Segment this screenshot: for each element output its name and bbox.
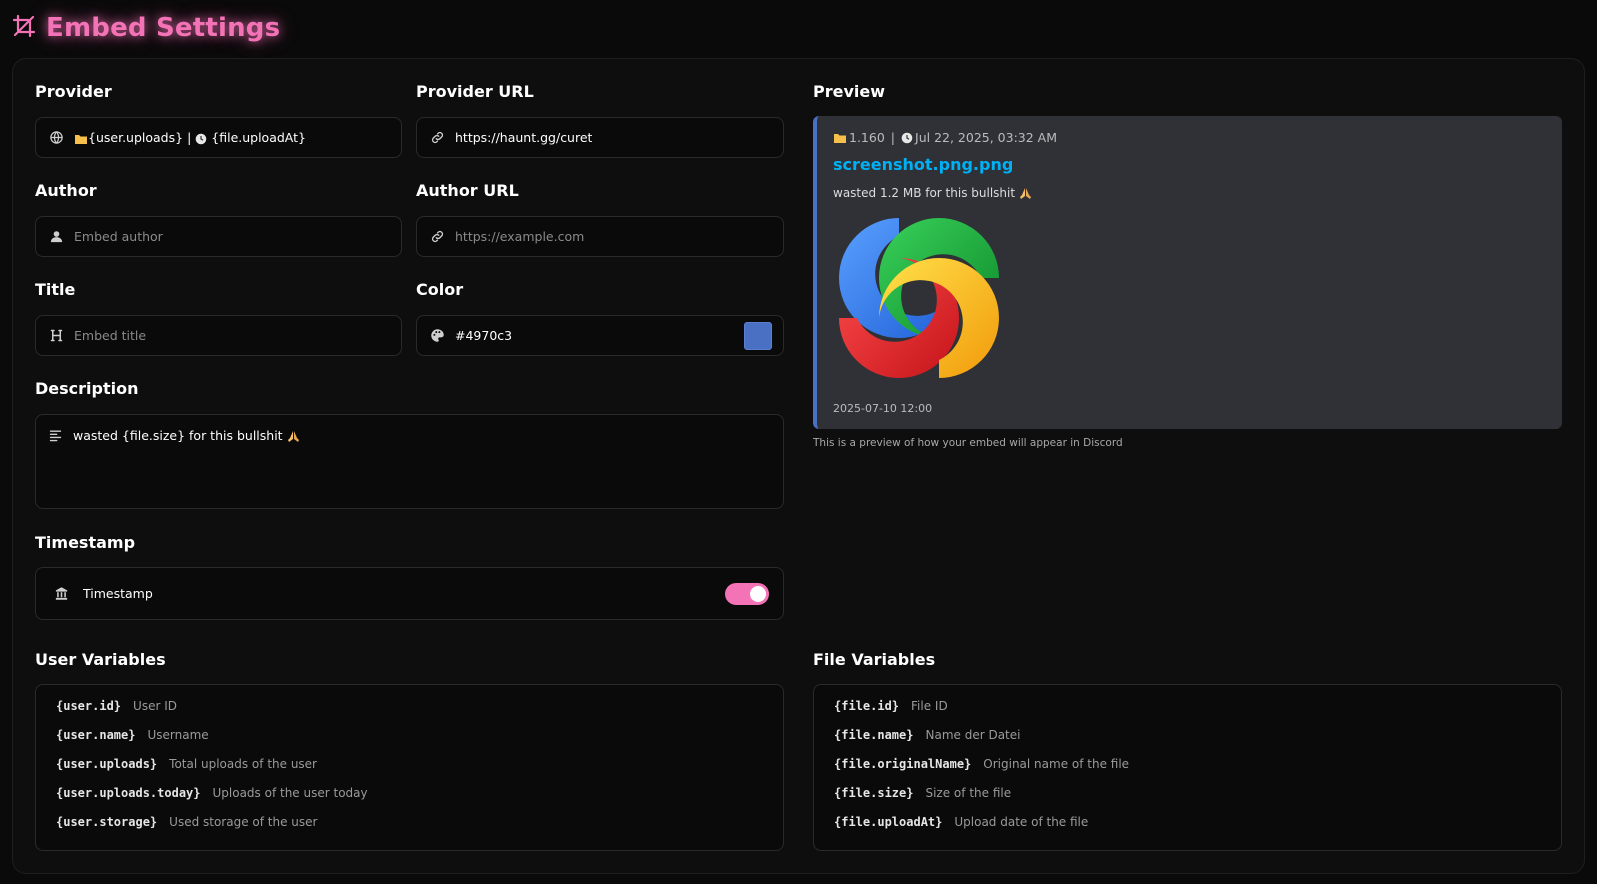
clock-icon: [901, 132, 913, 143]
user-icon: [48, 229, 64, 245]
variable-desc: Name der Datei: [925, 728, 1021, 742]
variable-code[interactable]: {file.id}: [834, 699, 899, 713]
variable-desc: Username: [147, 728, 209, 742]
preview-footer-timestamp: 2025-07-10 12:00: [833, 402, 933, 415]
variable-code[interactable]: {file.originalName}: [834, 757, 971, 771]
description-value: wasted {file.size} for this bullshit: [73, 428, 300, 443]
variable-row: {file.name} Name der Datei: [834, 728, 1020, 742]
variable-code[interactable]: {user.uploads}: [56, 757, 157, 771]
variable-row: {file.originalName} Original name of the…: [834, 757, 1129, 771]
title-input[interactable]: Embed title: [35, 315, 402, 356]
link-icon: [429, 229, 445, 245]
title-label: Title: [35, 280, 76, 299]
variable-code[interactable]: {file.uploadAt}: [834, 815, 942, 829]
variable-row: {file.uploadAt} Upload date of the file: [834, 815, 1088, 829]
author-input[interactable]: Embed author: [35, 216, 402, 257]
preview-label: Preview: [813, 82, 886, 101]
variable-code[interactable]: {user.uploads.today}: [56, 786, 201, 800]
preview-provider-count: 1.160: [849, 130, 885, 145]
palette-icon: [429, 328, 445, 344]
variable-code[interactable]: {user.id}: [56, 699, 121, 713]
file-variables-label: File Variables: [813, 650, 936, 669]
description-text: wasted {file.size} for this bullshit: [73, 428, 283, 443]
page-title: Embed Settings: [46, 13, 281, 43]
variable-row: {user.id} User ID: [56, 699, 177, 713]
variable-desc: Original name of the file: [983, 757, 1130, 771]
building-icon: [53, 586, 69, 602]
timestamp-toggle-row[interactable]: Timestamp: [35, 567, 784, 620]
preview-description-text: wasted 1.2 MB for this bullshit: [833, 186, 1016, 200]
author-url-label: Author URL: [416, 181, 519, 200]
provider-label: Provider: [35, 82, 112, 101]
embed-preview-card: 1.160 | Jul 22, 2025, 03:32 AM screensho…: [813, 116, 1562, 429]
provider-value-part2: {file.uploadAt}: [211, 130, 306, 145]
provider-url-label: Provider URL: [416, 82, 534, 101]
author-label: Author: [35, 181, 97, 200]
variable-code[interactable]: {user.name}: [56, 728, 135, 742]
variable-desc: Total uploads of the user: [169, 757, 317, 771]
variable-desc: User ID: [133, 699, 177, 713]
praying-hands-icon: [1020, 187, 1032, 199]
sharex-logo-image: [839, 218, 999, 378]
crop-icon: [12, 14, 36, 42]
title-placeholder: Embed title: [74, 328, 147, 343]
variable-row: {user.name} Username: [56, 728, 209, 742]
variable-row: {user.storage} Used storage of the user: [56, 815, 317, 829]
variable-desc: Size of the file: [925, 786, 1012, 800]
variable-desc: Upload date of the file: [954, 815, 1089, 829]
globe-icon: [48, 130, 64, 146]
variable-row: {user.uploads} Total uploads of the user: [56, 757, 317, 771]
preview-title-link[interactable]: screenshot.png.png: [833, 155, 1013, 174]
folder-icon: [834, 133, 846, 143]
provider-url-value: https://haunt.gg/curet: [455, 130, 593, 145]
color-input[interactable]: #4970c3: [416, 315, 784, 356]
link-icon: [429, 130, 445, 146]
align-left-icon: [48, 428, 63, 447]
variable-desc: Used storage of the user: [169, 815, 318, 829]
variable-row: {file.size} Size of the file: [834, 786, 1011, 800]
provider-input[interactable]: {user.uploads} | {file.uploadAt}: [35, 117, 402, 158]
timestamp-toggle[interactable]: [725, 583, 769, 605]
preview-description: wasted 1.2 MB for this bullshit: [833, 186, 1032, 200]
description-label: Description: [35, 379, 139, 398]
timestamp-toggle-label: Timestamp: [83, 586, 153, 601]
preview-provider: 1.160 | Jul 22, 2025, 03:32 AM: [833, 130, 1057, 145]
provider-url-input[interactable]: https://haunt.gg/curet: [416, 117, 784, 158]
provider-value: {user.uploads} | {file.uploadAt}: [74, 130, 306, 145]
variable-desc: Uploads of the user today: [212, 786, 368, 800]
variable-code[interactable]: {file.size}: [834, 786, 913, 800]
preview-provider-date: Jul 22, 2025, 03:32 AM: [915, 130, 1058, 145]
folder-icon: [75, 134, 87, 144]
author-url-placeholder: https://example.com: [455, 229, 585, 244]
provider-value-part1: {user.uploads}: [88, 130, 184, 145]
timestamp-section-label: Timestamp: [35, 533, 136, 552]
user-variables-box: {user.id} User ID {user.name} Username {…: [35, 684, 784, 851]
color-label: Color: [416, 280, 464, 299]
heading-icon: [48, 328, 64, 344]
description-textarea[interactable]: wasted {file.size} for this bullshit: [35, 414, 784, 509]
file-variables-box: {file.id} File ID {file.name} Name der D…: [813, 684, 1562, 851]
page-header: Embed Settings: [12, 10, 280, 46]
variable-code[interactable]: {user.storage}: [56, 815, 157, 829]
variable-row: {file.id} File ID: [834, 699, 948, 713]
preview-provider-separator: |: [890, 130, 896, 145]
variable-desc: File ID: [911, 699, 948, 713]
variable-row: {user.uploads.today} Uploads of the user…: [56, 786, 368, 800]
author-placeholder: Embed author: [74, 229, 163, 244]
user-variables-label: User Variables: [35, 650, 166, 669]
preview-note: This is a preview of how your embed will…: [813, 437, 1123, 449]
author-url-input[interactable]: https://example.com: [416, 216, 784, 257]
clock-icon: [195, 133, 207, 144]
color-value: #4970c3: [455, 328, 513, 343]
provider-separator: |: [187, 130, 192, 145]
variable-code[interactable]: {file.name}: [834, 728, 913, 742]
color-swatch[interactable]: [744, 322, 772, 350]
praying-hands-icon: [287, 431, 299, 442]
